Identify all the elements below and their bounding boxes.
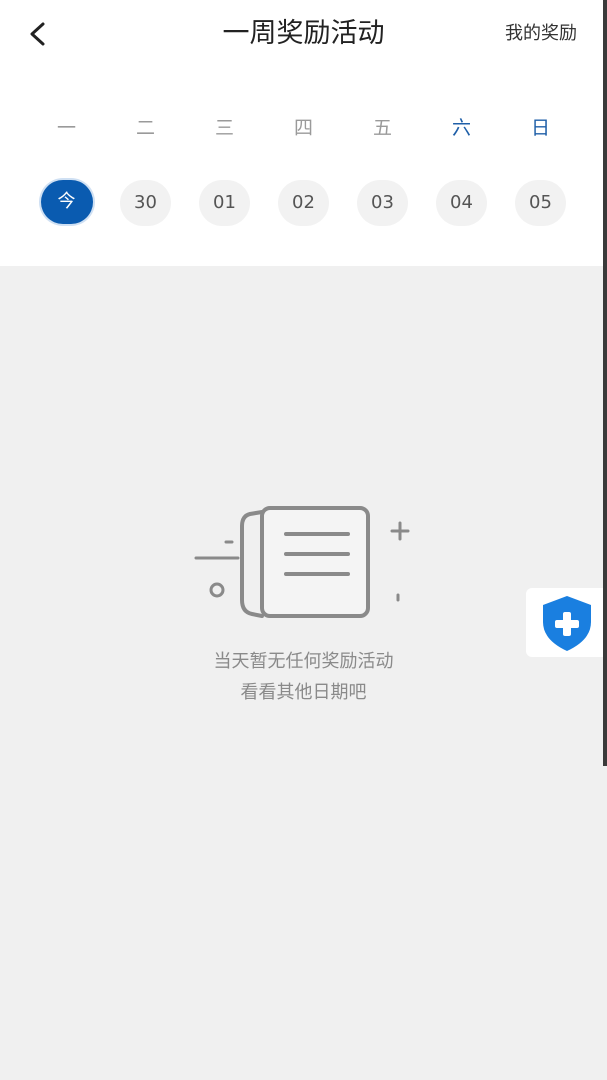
date-chip[interactable]: 02 (278, 180, 329, 226)
weekday-sat: 六 (451, 117, 471, 139)
weekday-fri: 五 (372, 117, 392, 139)
empty-message-line1: 当天暂无任何奖励活动 (213, 651, 394, 672)
date-picker: 今 30 01 02 03 04 05 (27, 180, 580, 226)
shield-plus-icon (542, 595, 591, 651)
weekday-wed: 三 (214, 117, 234, 139)
my-rewards-link[interactable]: 我的奖励 (505, 18, 577, 50)
floating-shield-button[interactable] (526, 588, 607, 657)
date-chip[interactable]: 05 (515, 180, 566, 226)
scroll-edge-bar (603, 0, 607, 766)
empty-message: 当天暂无任何奖励活动 看看其他日期吧 (0, 646, 607, 708)
weekday-tue: 二 (135, 117, 155, 139)
date-chip[interactable]: 30 (120, 180, 171, 226)
empty-document-icon (194, 506, 410, 618)
date-chip[interactable]: 03 (357, 180, 408, 226)
date-today[interactable]: 今 (40, 180, 93, 224)
empty-message-line2: 看看其他日期吧 (240, 682, 367, 703)
weekday-sun: 日 (530, 117, 550, 139)
header-panel: 一周奖励活动 我的奖励 一 二 三 四 五 六 日 今 30 01 02 03 … (0, 0, 607, 266)
date-chip[interactable]: 04 (436, 180, 487, 226)
date-chip[interactable]: 01 (199, 180, 250, 226)
weekday-header: 一 二 三 四 五 六 日 (27, 110, 580, 146)
nav-bar: 一周奖励活动 我的奖励 (0, 0, 607, 70)
weekday-mon: 一 (56, 117, 76, 139)
weekday-thu: 四 (293, 117, 313, 139)
